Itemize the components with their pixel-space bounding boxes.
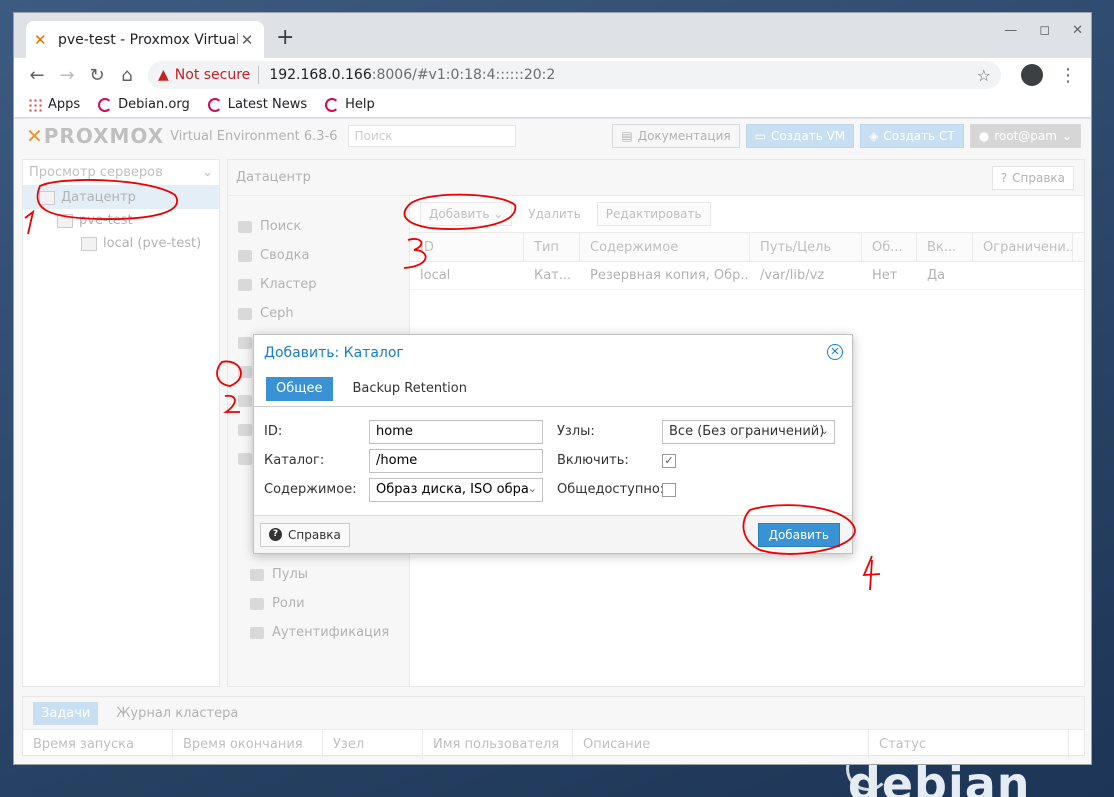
dialog-title: Добавить: Каталог — [264, 345, 404, 361]
new-tab-icon[interactable]: + — [276, 27, 294, 49]
shared-checkbox[interactable] — [662, 482, 676, 497]
shared-label: Общедоступно: — [557, 482, 665, 497]
close-window-icon[interactable]: ✕ — [1072, 23, 1083, 38]
enable-label: Включить: — [557, 453, 629, 468]
forward-icon[interactable]: → — [52, 65, 82, 86]
divider — [258, 66, 260, 84]
back-icon[interactable]: ← — [22, 65, 52, 86]
bookmark-apps[interactable]: Apps — [28, 97, 80, 112]
id-field[interactable]: home — [369, 419, 543, 444]
url-host: 192.168.0.166 — [269, 67, 372, 83]
directory-label: Каталог: — [264, 453, 325, 468]
tab-general[interactable]: Общее — [266, 376, 333, 401]
address-bar[interactable]: ▲ Not secure 192.168.0.166:8006/#v1:0:18… — [148, 61, 1001, 89]
browser-tab[interactable]: ✕ pve-test - Proxmox Virtual ✕ — [26, 21, 264, 58]
browser-toolbar: ← → ↻ ⌂ ▲ Not secure 192.168.0.166:8006/… — [14, 58, 1091, 92]
debian-icon — [207, 97, 222, 112]
reload-icon[interactable]: ↻ — [82, 65, 112, 86]
chevron-down-icon: ⌄ — [527, 481, 537, 495]
profile-icon[interactable] — [1021, 64, 1043, 86]
close-icon[interactable]: ✕ — [827, 344, 843, 360]
tab-backup-retention[interactable]: Backup Retention — [343, 377, 477, 401]
annotation-labels: 1 — [10, 0, 11, 2]
debian-icon — [98, 97, 113, 112]
proxmox-favicon-icon: ✕ — [34, 30, 47, 49]
tab-title: pve-test - Proxmox Virtual — [58, 31, 238, 48]
directory-field[interactable]: /home — [369, 448, 543, 473]
id-label: ID: — [264, 424, 283, 439]
bookmark-debian[interactable]: Debian.org — [98, 97, 190, 112]
dialog-add-button[interactable]: Добавить — [757, 522, 840, 547]
help-icon: ? — [269, 528, 282, 541]
window-controls: — ◻ ✕ — [1004, 23, 1083, 38]
content-label: Содержимое: — [264, 482, 357, 497]
security-label: Not secure — [174, 67, 251, 83]
bookmark-help[interactable]: Help — [325, 97, 375, 112]
url-path: :8006/#v1:0:18:4::::::20:2 — [371, 67, 556, 83]
bookmark-star-icon[interactable]: ☆ — [977, 66, 991, 85]
debian-icon — [325, 97, 340, 112]
add-directory-dialog: Добавить: Каталог ✕ Общее Backup Retenti… — [253, 334, 853, 554]
close-tab-icon[interactable]: ✕ — [238, 31, 256, 49]
menu-icon[interactable]: ⋮ — [1053, 65, 1083, 86]
maximize-icon[interactable]: ◻ — [1039, 23, 1050, 38]
nodes-select[interactable]: Все (Без ограничений) ⌄ — [662, 419, 835, 444]
bookmarks-bar: Apps Debian.org Latest News Help — [14, 92, 1091, 118]
dialog-header: Добавить: Каталог ✕ — [254, 335, 852, 371]
dialog-help-button[interactable]: ? Справка — [260, 522, 350, 547]
chevron-down-icon: ⌄ — [819, 423, 829, 437]
minimize-icon[interactable]: — — [1004, 23, 1017, 38]
dialog-tabs: Общее Backup Retention — [254, 371, 852, 407]
dialog-footer: ? Справка Добавить — [254, 515, 852, 553]
apps-grid-icon — [28, 97, 42, 112]
dialog-form: ID: home Каталог: /home Содержимое: Образ д… — [254, 407, 852, 504]
content-select[interactable]: Образ диска, ISO обра ⌄ — [369, 477, 543, 502]
warning-icon: ▲ — [158, 67, 169, 83]
bookmark-latest-news[interactable]: Latest News — [207, 97, 307, 112]
tab-strip: ✕ pve-test - Proxmox Virtual ✕ + — ◻ ✕ — [14, 13, 1091, 58]
enable-checkbox[interactable]: ✓ — [662, 453, 676, 468]
home-icon[interactable]: ⌂ — [112, 65, 142, 86]
nodes-label: Узлы: — [557, 424, 595, 439]
